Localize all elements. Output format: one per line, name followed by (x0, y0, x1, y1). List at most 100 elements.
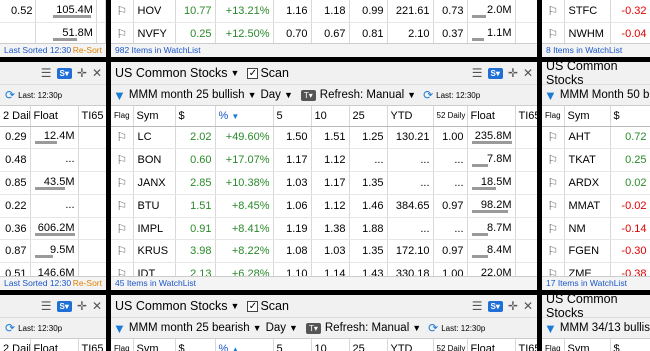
timeframe-select[interactable]: Day (266, 322, 286, 334)
filter-dropdown-icon[interactable]: ▼ (253, 323, 262, 333)
col-header-daily[interactable]: 2 Daily (0, 106, 31, 127)
scan-icon[interactable]: S▾ (56, 67, 72, 79)
col-header-52daily[interactable]: 52 Daily (433, 339, 468, 351)
table-row[interactable]: ⚐ TKAT 0.25 (542, 148, 650, 173)
flag-icon[interactable]: ⚐ (111, 239, 134, 264)
table-row[interactable]: ⚐ HOV 10.77 +13.21% 1.16 1.18 0.99 221.61 0.73 2.… (111, 0, 537, 24)
dropdown-icon[interactable]: ▼ (231, 301, 240, 311)
col-header-float[interactable]: Float (30, 339, 79, 351)
resort-link[interactable]: Re-Sort (73, 44, 102, 57)
col-header-sym[interactable]: Sym (564, 339, 611, 351)
table-row[interactable]: ⚐ FGEN -0.30 (542, 239, 650, 264)
refresh-icon[interactable]: ⟳ (5, 321, 15, 335)
filter-icon[interactable]: ▼ (544, 321, 557, 336)
table-row[interactable]: 0.87 9.5M (0, 239, 106, 264)
table-row[interactable]: ⚐ MMAT -0.02 (542, 194, 650, 218)
flag-icon[interactable]: ⚐ (542, 239, 565, 264)
table-row[interactable]: ⚐ STFC -0.32 (542, 0, 650, 24)
symbol-cell[interactable]: NM (564, 217, 611, 241)
refresh-icon[interactable]: ⟳ (5, 88, 15, 102)
symbol-cell[interactable]: HOV (133, 0, 176, 24)
filter-icon[interactable]: ▼ (544, 88, 557, 103)
col-header-5[interactable]: 5 (273, 106, 312, 127)
move-icon[interactable]: ✛ (77, 299, 87, 313)
table-row[interactable]: 0.36 606.2M (0, 217, 106, 241)
move-icon[interactable]: ✛ (77, 66, 87, 80)
refresh-select[interactable]: Refresh: Manual (320, 89, 404, 101)
scan-checkbox[interactable]: ✓ (247, 300, 259, 312)
flag-icon[interactable]: ⚐ (111, 194, 134, 218)
col-header-ti65[interactable]: TI65 Da (515, 106, 537, 127)
move-icon[interactable]: ✛ (508, 66, 518, 80)
refresh-icon[interactable]: ⟳ (423, 88, 433, 102)
scan-checkbox[interactable]: ✓ (247, 67, 259, 79)
symbol-cell[interactable]: AHT (564, 126, 611, 150)
timeframe-dropdown-icon[interactable]: ▼ (289, 323, 298, 333)
close-icon[interactable]: ✕ (523, 66, 533, 80)
col-header-flag[interactable]: Flag (542, 339, 565, 351)
filter-name[interactable]: MMM month 25 bullish (129, 89, 245, 101)
list-icon[interactable]: ☰ (472, 299, 483, 313)
move-icon[interactable]: ✛ (508, 299, 518, 313)
col-header-float[interactable]: Float (467, 106, 516, 127)
table-row[interactable]: 0.52 105.4M (0, 0, 106, 24)
symbol-cell[interactable]: BTU (133, 194, 176, 218)
flag-icon[interactable]: ⚐ (542, 148, 565, 173)
col-header-10[interactable]: 10 (311, 106, 350, 127)
col-header-float[interactable]: Float (30, 106, 79, 127)
scan-icon[interactable]: S▾ (487, 300, 503, 312)
col-header-price[interactable]: $ (610, 339, 650, 351)
flag-icon[interactable]: ⚐ (111, 148, 134, 173)
col-header-flag[interactable]: Flag (111, 339, 134, 351)
col-header-float[interactable]: Float (467, 339, 516, 351)
symbol-cell[interactable]: KRUS (133, 239, 176, 264)
table-row[interactable]: 0.48... (0, 148, 106, 173)
refresh-select[interactable]: Refresh: Manual (325, 322, 409, 334)
table-row[interactable]: 0.22... (0, 194, 106, 218)
table-row[interactable]: ⚐ BTU 1.51 +8.45% 1.06 1.12 1.46 384.65 0.97 98.2… (111, 194, 537, 218)
col-header-ti65[interactable]: TI65 Da (515, 339, 537, 351)
col-header-ti65[interactable]: TI65 Da (78, 339, 106, 351)
scan-icon[interactable]: S▾ (56, 300, 72, 312)
col-header-daily[interactable]: 2 Daily (0, 339, 31, 351)
col-header-25[interactable]: 25 (349, 339, 388, 351)
col-header-flag[interactable]: Flag (111, 106, 134, 127)
refresh-dropdown-icon[interactable]: ▼ (412, 323, 421, 333)
col-header-price[interactable]: $ (610, 106, 650, 127)
col-header-pct[interactable]: % ▼ (215, 106, 274, 127)
col-header-ti65[interactable]: TI65 Da (78, 106, 106, 127)
col-header-10[interactable]: 10 (311, 339, 350, 351)
list-icon[interactable]: ☰ (41, 299, 52, 313)
col-header-flag[interactable]: Flag (542, 106, 565, 127)
refresh-icon[interactable]: ⟳ (428, 321, 438, 335)
symbol-cell[interactable]: MMAT (564, 194, 611, 218)
col-header-sym[interactable]: Sym (564, 106, 611, 127)
flag-icon[interactable]: ⚐ (542, 171, 565, 195)
symbol-cell[interactable]: FGEN (564, 239, 611, 264)
table-row[interactable]: ⚐ NM -0.14 (542, 217, 650, 241)
flag-icon[interactable]: ⚐ (542, 0, 565, 24)
symbol-cell[interactable]: LC (133, 126, 176, 150)
flag-icon[interactable]: ⚐ (111, 217, 134, 241)
flag-icon[interactable]: ⚐ (111, 126, 134, 150)
symbol-cell[interactable]: STFC (564, 0, 611, 24)
panel-title[interactable]: US Common Stocks (115, 299, 228, 313)
flag-icon[interactable]: ⚐ (542, 126, 565, 150)
filter-dropdown-icon[interactable]: ▼ (248, 90, 257, 100)
table-row[interactable]: ⚐ LC 2.02 +49.60% 1.50 1.51 1.25 130.21 1.00 235.… (111, 126, 537, 150)
filter-name[interactable]: MMM month 25 bearish (129, 322, 250, 334)
table-row[interactable]: ⚐ KRUS 3.98 +8.22% 1.08 1.03 1.35 172.10 0.97 8.4… (111, 239, 537, 264)
refresh-dropdown-icon[interactable]: ▼ (407, 90, 416, 100)
filter-name[interactable]: MMM Month 50 b (560, 89, 649, 101)
col-header-5[interactable]: 5 (273, 339, 312, 351)
col-header-price[interactable]: $ (175, 106, 216, 127)
symbol-cell[interactable]: TKAT (564, 148, 611, 173)
col-header-25[interactable]: 25 (349, 106, 388, 127)
flag-icon[interactable]: ⚐ (111, 0, 134, 24)
col-header-ytd[interactable]: YTD (387, 339, 434, 351)
close-icon[interactable]: ✕ (92, 299, 102, 313)
symbol-cell[interactable]: ARDX (564, 171, 611, 195)
col-header-pct[interactable]: % ▲ (215, 339, 274, 351)
list-icon[interactable]: ☰ (41, 66, 52, 80)
close-icon[interactable]: ✕ (523, 299, 533, 313)
